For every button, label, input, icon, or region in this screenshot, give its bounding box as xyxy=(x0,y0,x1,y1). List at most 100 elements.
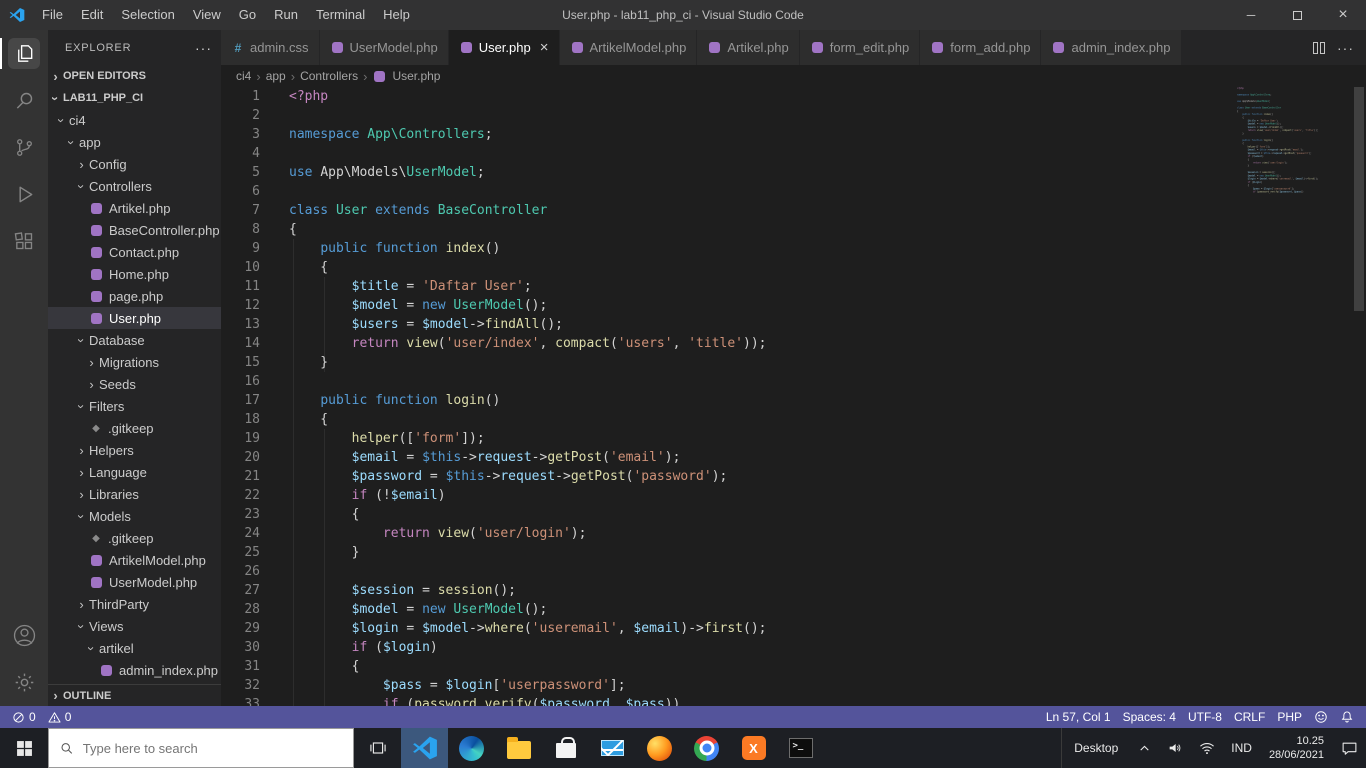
account-icon[interactable] xyxy=(0,612,48,659)
file-User.php[interactable]: User.php xyxy=(48,307,221,329)
folder-Language[interactable]: › Language xyxy=(48,461,221,483)
source-control-icon[interactable] xyxy=(0,124,48,171)
menu-view[interactable]: View xyxy=(184,0,230,30)
folder-Libraries[interactable]: › Libraries xyxy=(48,483,221,505)
php-file-icon xyxy=(91,202,102,214)
extensions-icon[interactable] xyxy=(0,218,48,265)
code-token: public xyxy=(320,393,376,408)
folder-Models[interactable]: › Models xyxy=(48,505,221,527)
taskbar-xampp-icon[interactable]: X xyxy=(730,728,777,768)
close-icon[interactable]: × xyxy=(540,40,549,55)
editor-scrollbar[interactable] xyxy=(1352,87,1366,706)
folder-Views[interactable]: › Views xyxy=(48,615,221,637)
action-center-icon[interactable] xyxy=(1333,728,1366,768)
status-language-mode[interactable]: PHP xyxy=(1271,706,1308,728)
network-wifi-icon[interactable] xyxy=(1191,728,1223,768)
file-ArtikelModel.php[interactable]: ArtikelModel.php xyxy=(48,549,221,571)
open-editors-section[interactable]: › OPEN EDITORS xyxy=(48,65,221,87)
breadcrumb-item[interactable]: Controllers xyxy=(300,69,358,83)
taskbar-terminal-icon[interactable]: >_ xyxy=(777,728,824,768)
folder-ThirdParty[interactable]: › ThirdParty xyxy=(48,593,221,615)
taskbar-chrome-icon[interactable] xyxy=(683,728,730,768)
feedback-icon[interactable] xyxy=(1308,706,1334,728)
php-file-icon xyxy=(709,42,721,53)
file-Artikel.php[interactable]: Artikel.php xyxy=(48,197,221,219)
taskbar-clock[interactable]: 10.25 28/06/2021 xyxy=(1260,734,1333,762)
start-button[interactable] xyxy=(0,728,48,768)
desktop-toolbar-label[interactable]: Desktop xyxy=(1061,728,1130,768)
code-token: class xyxy=(289,203,336,218)
taskbar-store-icon[interactable] xyxy=(542,728,589,768)
menu-edit[interactable]: Edit xyxy=(72,0,112,30)
maximize-button[interactable] xyxy=(1274,0,1320,30)
problems-errors[interactable]: 0 xyxy=(6,706,42,728)
taskbar-search-box[interactable] xyxy=(48,728,354,768)
file-page.php[interactable]: page.php xyxy=(48,285,221,307)
breadcrumb-item[interactable]: app xyxy=(266,69,286,83)
menu-terminal[interactable]: Terminal xyxy=(307,0,374,30)
hidden-icons-chevron[interactable] xyxy=(1130,728,1159,768)
notifications-bell-icon[interactable] xyxy=(1334,706,1360,728)
breadcrumb-item[interactable]: User.php xyxy=(392,69,440,83)
file-admin_index.php[interactable]: admin_index.php xyxy=(48,659,221,681)
folder-artikel[interactable]: › artikel xyxy=(48,637,221,659)
tab-form_add.php[interactable]: form_add.php xyxy=(920,30,1042,65)
menu-run[interactable]: Run xyxy=(265,0,307,30)
file-.gitkeep[interactable]: ◆ .gitkeep xyxy=(48,417,221,439)
status-indentation[interactable]: Spaces: 4 xyxy=(1117,706,1182,728)
file-Contact.php[interactable]: Contact.php xyxy=(48,241,221,263)
workspace-root[interactable]: › LAB11_PHP_CI xyxy=(48,87,221,109)
menu-go[interactable]: Go xyxy=(230,0,265,30)
tab-admin.css[interactable]: # admin.css xyxy=(221,30,320,65)
taskbar-mail-icon[interactable] xyxy=(589,728,636,768)
tab-Artikel.php[interactable]: Artikel.php xyxy=(697,30,800,65)
run-debug-icon[interactable] xyxy=(0,171,48,218)
outline-section[interactable]: › OUTLINE xyxy=(48,684,221,706)
tab-label: UserModel.php xyxy=(349,40,438,55)
status-eol[interactable]: CRLF xyxy=(1228,706,1271,728)
more-actions-icon[interactable]: ··· xyxy=(1337,40,1354,56)
tab-ArtikelModel.php[interactable]: ArtikelModel.php xyxy=(559,30,698,65)
file-.gitkeep[interactable]: ◆ .gitkeep xyxy=(48,527,221,549)
folder-Filters[interactable]: › Filters xyxy=(48,395,221,417)
folder-app[interactable]: › app xyxy=(48,131,221,153)
search-icon[interactable] xyxy=(0,77,48,124)
split-editor-icon[interactable] xyxy=(1313,41,1325,54)
task-view-button[interactable] xyxy=(354,728,401,768)
tab-admin_index.php[interactable]: admin_index.php xyxy=(1041,30,1182,65)
status-encoding[interactable]: UTF-8 xyxy=(1182,706,1228,728)
taskbar-vscode-icon[interactable] xyxy=(401,728,448,768)
volume-icon[interactable] xyxy=(1159,728,1191,768)
file-BaseController.php[interactable]: BaseController.php xyxy=(48,219,221,241)
tab-User.php[interactable]: User.php × xyxy=(448,30,560,65)
menu-help[interactable]: Help xyxy=(374,0,419,30)
scrollbar-thumb[interactable] xyxy=(1354,87,1364,311)
folder-ci4[interactable]: › ci4 xyxy=(48,109,221,131)
explorer-icon[interactable] xyxy=(0,30,48,77)
file-Home.php[interactable]: Home.php xyxy=(48,263,221,285)
breadcrumb-item[interactable]: ci4 xyxy=(236,69,251,83)
minimize-button[interactable]: ─ xyxy=(1228,0,1274,30)
folder-Config[interactable]: › Config xyxy=(48,153,221,175)
folder-Database[interactable]: › Database xyxy=(48,329,221,351)
file-UserModel.php[interactable]: UserModel.php xyxy=(48,571,221,593)
language-indicator[interactable]: IND xyxy=(1223,728,1260,768)
search-input[interactable] xyxy=(82,740,342,756)
tab-UserModel.php[interactable]: UserModel.php xyxy=(319,30,449,65)
settings-gear-icon[interactable] xyxy=(0,659,48,706)
problems-warnings[interactable]: 0 xyxy=(42,706,78,728)
code-editor[interactable]: 1 2 3 4 5 6 7 8 9 10 11 12 13 14 15 16 17 18 19 20 21 22 23 24 2… xyxy=(221,87,1366,706)
close-button[interactable]: × xyxy=(1320,0,1366,30)
folder-Seeds[interactable]: › Seeds xyxy=(48,373,221,395)
taskbar-firefox-icon[interactable] xyxy=(636,728,683,768)
taskbar-edge-icon[interactable] xyxy=(448,728,495,768)
folder-Migrations[interactable]: › Migrations xyxy=(48,351,221,373)
menu-file[interactable]: File xyxy=(33,0,72,30)
status-cursor-position[interactable]: Ln 57, Col 1 xyxy=(1040,706,1117,728)
folder-Helpers[interactable]: › Helpers xyxy=(48,439,221,461)
folder-Controllers[interactable]: › Controllers xyxy=(48,175,221,197)
tab-form_edit.php[interactable]: form_edit.php xyxy=(799,30,921,65)
menu-selection[interactable]: Selection xyxy=(112,0,183,30)
more-actions-icon[interactable]: ··· xyxy=(195,40,212,56)
taskbar-file-explorer-icon[interactable] xyxy=(495,728,542,768)
